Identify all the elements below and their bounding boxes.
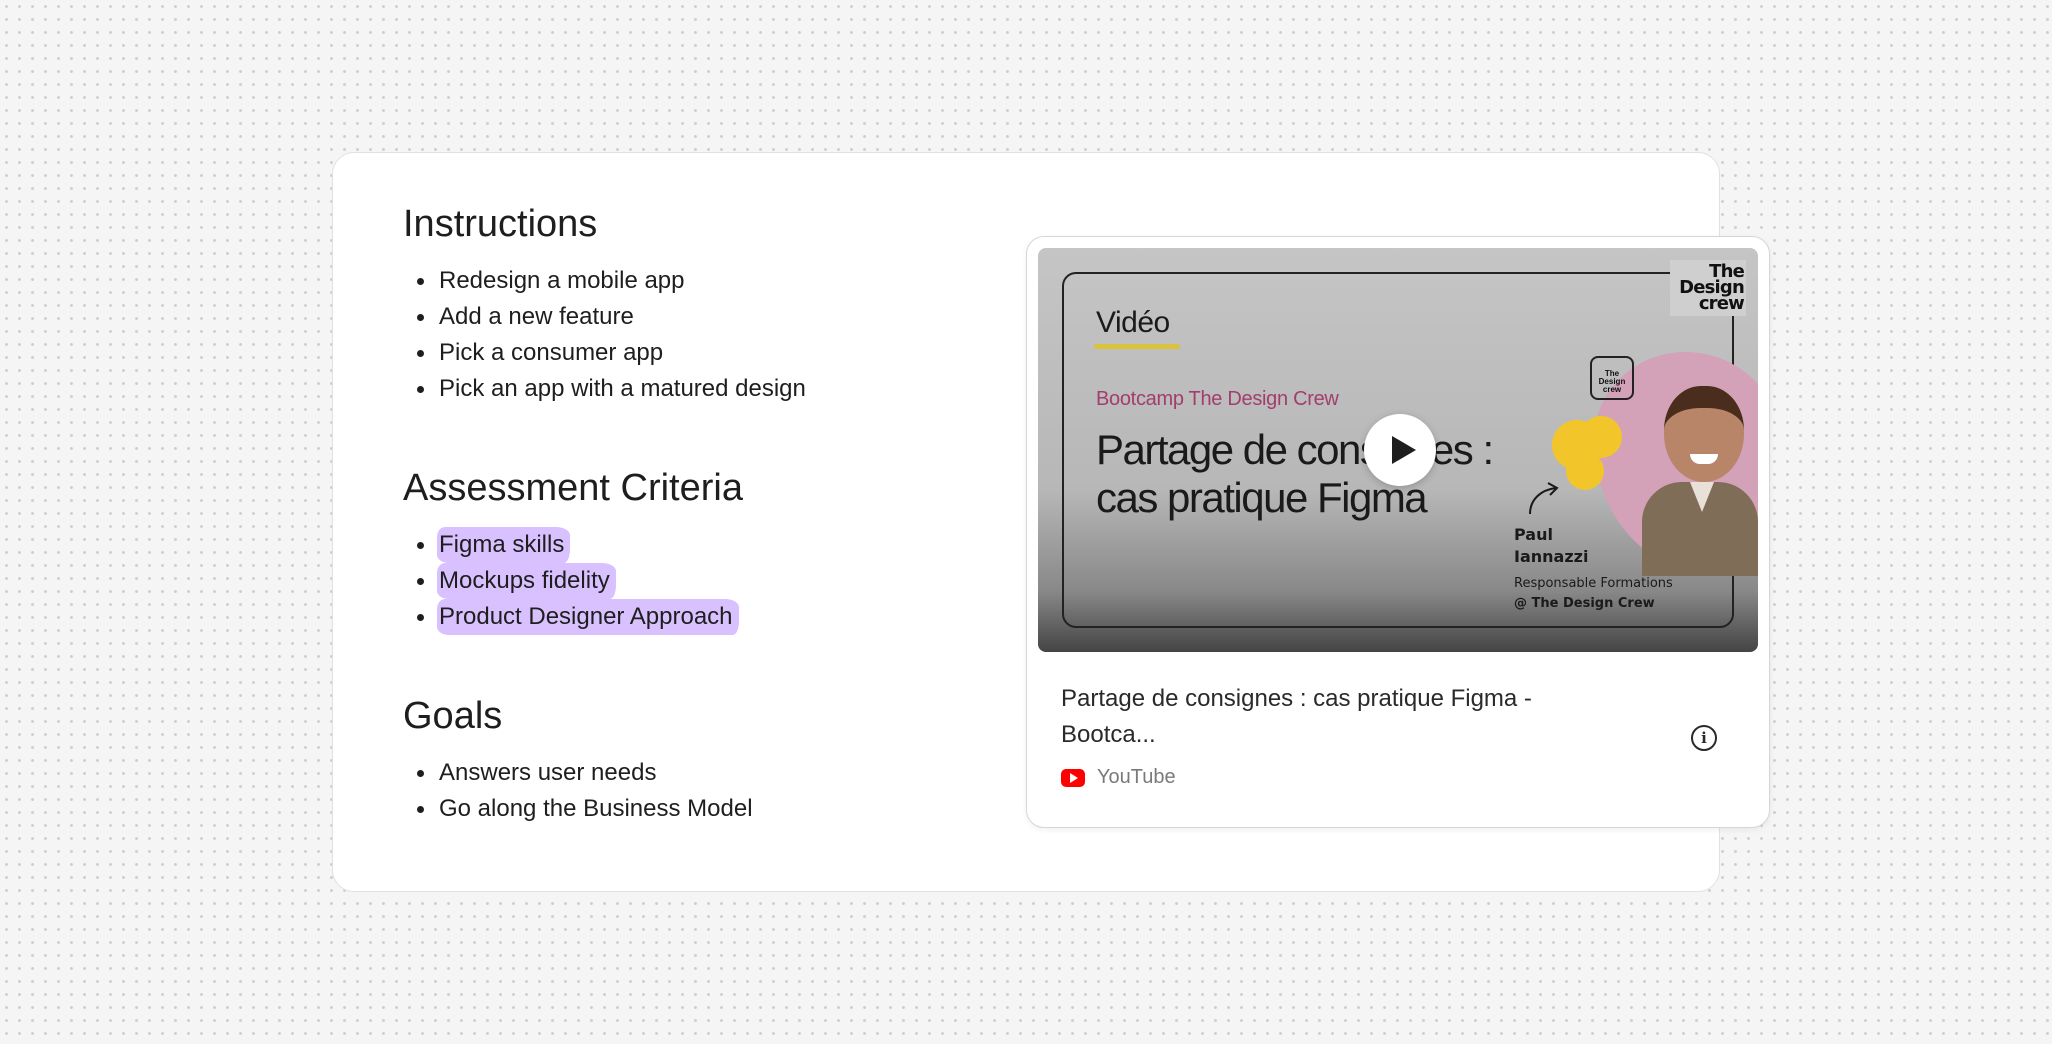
list-item: Go along the Business Model — [403, 791, 963, 827]
design-crew-logo: The Design crew — [1670, 260, 1746, 316]
yellow-blob — [1552, 420, 1602, 470]
list-item-label: Mockups fidelity — [439, 567, 610, 594]
instructions-heading: Instructions — [403, 203, 598, 245]
notes-column: Instructions Redesign a mobile app Add a… — [403, 205, 963, 827]
presenter-photo — [1638, 386, 1758, 576]
goals-list: Answers user needs Go along the Business… — [403, 755, 963, 827]
highlight: Product Designer Approach — [437, 599, 739, 635]
presenter-head — [1664, 386, 1744, 482]
video-source: YouTube — [1061, 766, 1176, 789]
assessment-section: Assessment Criteria Figma skills Mockups… — [403, 469, 963, 635]
list-item: Mockups fidelity — [403, 563, 963, 599]
list-item-label: Product Designer Approach — [439, 603, 733, 630]
list-item: Figma skills — [403, 527, 963, 563]
list-item: Pick an app with a matured design — [403, 371, 963, 407]
instructions-list: Redesign a mobile app Add a new feature … — [403, 263, 963, 407]
goals-heading: Goals — [403, 695, 503, 737]
assessment-heading: Assessment Criteria — [403, 467, 743, 509]
highlight: Figma skills — [437, 527, 571, 563]
youtube-icon — [1061, 768, 1085, 787]
instructions-section: Instructions Redesign a mobile app Add a… — [403, 205, 963, 407]
arrow-icon — [1529, 482, 1559, 515]
source-label: YouTube — [1097, 766, 1176, 788]
video-title[interactable]: Partage de consignes : cas pratique Figm… — [1061, 681, 1621, 753]
list-item: Pick a consumer app — [403, 335, 963, 371]
list-item: Add a new feature — [403, 299, 963, 335]
youtube-embed-card[interactable]: Vidéo The Design crew The Design crew Bo… — [1026, 236, 1770, 828]
assessment-list: Figma skills Mockups fidelity Product De… — [403, 527, 963, 635]
list-item: Redesign a mobile app — [403, 263, 963, 299]
presenter-role: Responsable Formations @ The Design Crew — [1514, 574, 1673, 614]
list-item: Product Designer Approach — [403, 599, 963, 635]
play-icon[interactable] — [1364, 414, 1436, 486]
info-icon[interactable]: i — [1691, 725, 1717, 751]
presenter-name: Paul Iannazzi — [1514, 525, 1589, 566]
highlight: Mockups fidelity — [437, 563, 616, 599]
presenter-org: @ The Design Crew — [1514, 596, 1655, 611]
label-underline — [1094, 344, 1180, 349]
goals-section: Goals Answers user needs Go along the Bu… — [403, 697, 963, 827]
presenter-role-title: Responsable Formations — [1514, 576, 1673, 591]
thumbnail-subtitle: Bootcamp The Design Crew — [1096, 388, 1339, 410]
video-thumbnail[interactable]: Vidéo The Design crew The Design crew Bo… — [1038, 248, 1758, 652]
thumbnail-title: Partage de consignes : cas pratique Figm… — [1096, 426, 1494, 521]
mini-design-crew-logo: The Design crew — [1590, 356, 1634, 400]
list-item: Answers user needs — [403, 755, 963, 791]
thumbnail-label: Vidéo — [1096, 306, 1170, 339]
list-item-label: Figma skills — [439, 531, 565, 558]
